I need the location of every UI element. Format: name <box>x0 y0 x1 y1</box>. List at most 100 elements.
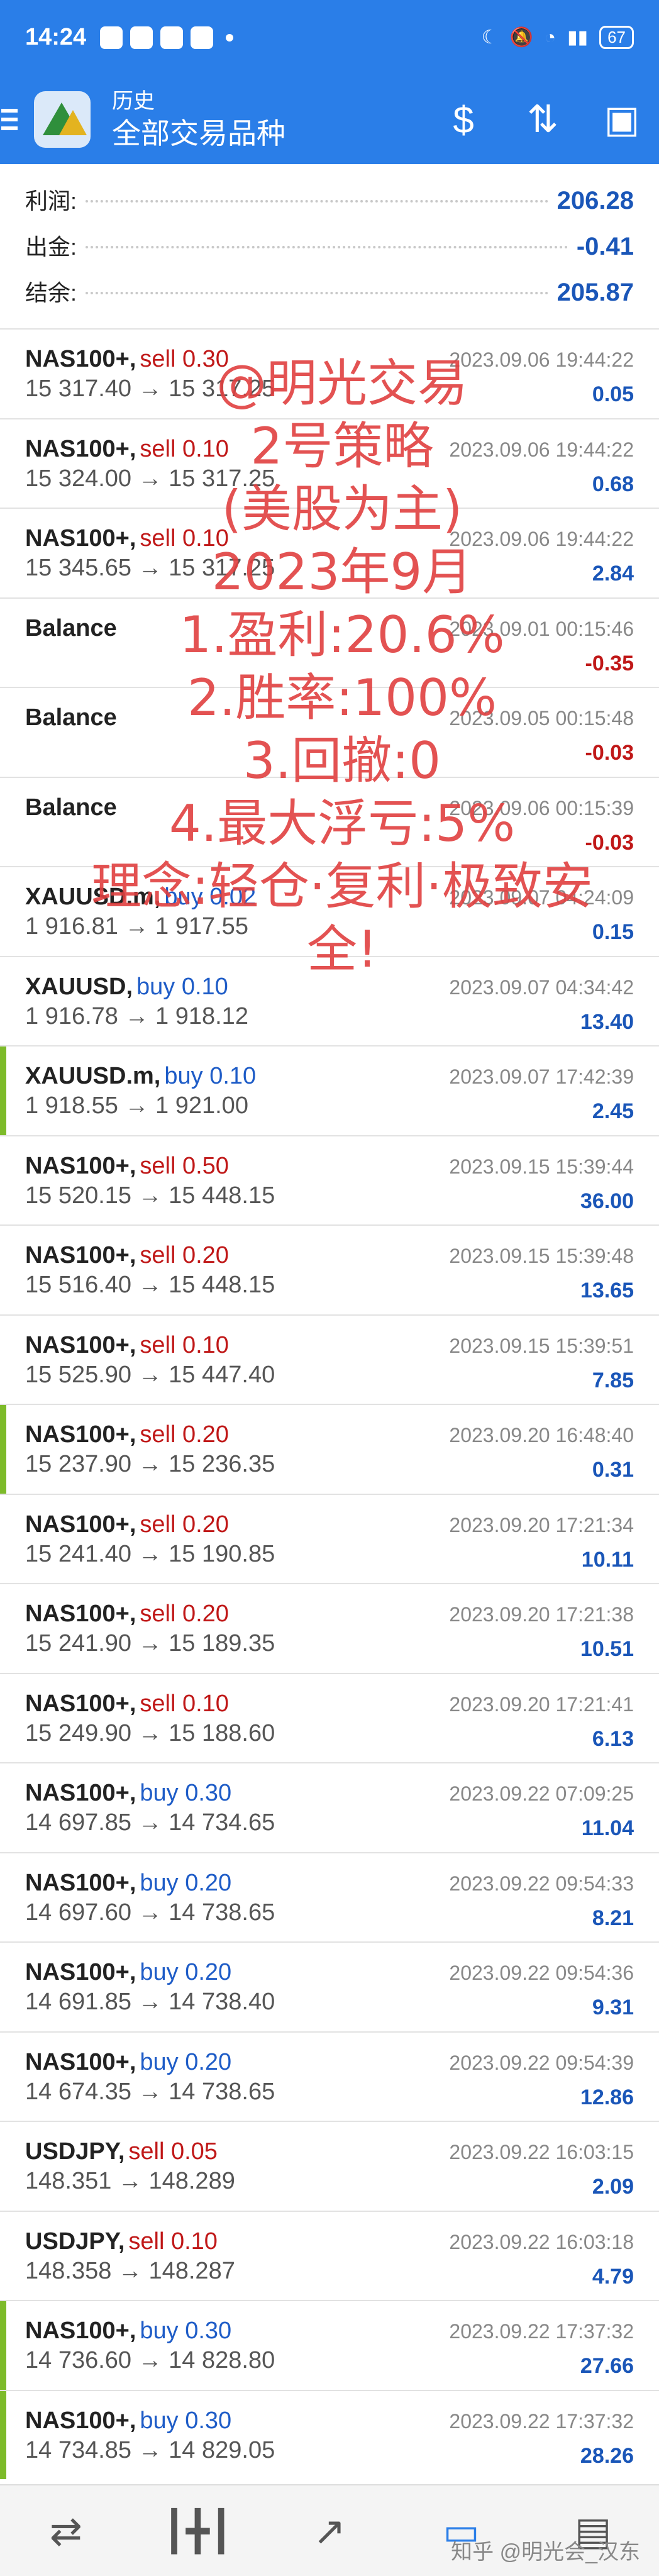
trade-row[interactable]: USDJPY, sell 0.10 148.358 → 148.287 2023.09… <box>0 2210 659 2301</box>
trade-row[interactable]: NAS100+, sell 0.10 15 345.65 → 15 317.25 20… <box>0 508 659 597</box>
notification-icon <box>191 26 214 49</box>
withdraw-label: 出金: <box>25 234 77 260</box>
trade-side: sell 0.20 <box>140 1601 229 1627</box>
trade-symbol: NAS100+, <box>25 346 136 372</box>
trade-row[interactable]: NAS100+, buy 0.30 14 697.85 → 14 734.65 202… <box>0 1762 659 1852</box>
trade-profit: 4.79 <box>592 2264 634 2289</box>
trade-row[interactable]: NAS100+, sell 0.50 15 520.15 → 15 448.15 20… <box>0 1135 659 1225</box>
sort-icon[interactable]: ⇅ <box>521 97 565 142</box>
wifi-icon: ◔ <box>544 26 557 48</box>
trade-time: 2023.09.22 16:03:15 <box>449 2141 634 2163</box>
chart-candles-icon[interactable]: ┃╋┃ <box>162 2504 233 2557</box>
trade-row[interactable]: Balance 2023.09.05 00:15:48 -0.03 <box>0 687 659 777</box>
trade-symbol: NAS100+, <box>25 1869 136 1896</box>
trade-profit: 0.05 <box>592 382 634 406</box>
trade-time: 2023.09.07 04:34:42 <box>449 975 634 999</box>
trade-time: 2023.09.22 16:03:18 <box>449 2230 634 2253</box>
trade-profit: 12.86 <box>580 2085 634 2109</box>
trade-row[interactable]: XAUUSD.m, buy 0.10 1 918.55 → 1 921.00 2023… <box>0 1045 659 1135</box>
trade-symbol: Balance <box>25 614 117 641</box>
trade-side: buy 0.30 <box>140 2407 232 2434</box>
page-title[interactable]: 全部交易品种 <box>112 115 285 152</box>
trade-profit: 6.13 <box>592 1726 634 1751</box>
trade-prices: 15 241.40 → 15 190.85 <box>25 1540 275 1567</box>
trade-row[interactable]: NAS100+, sell 0.20 15 241.40 → 15 190.85 20… <box>0 1493 659 1584</box>
trade-symbol: NAS100+, <box>25 1690 136 1717</box>
trade-prices: 15 317.40 → 15 317.25 <box>25 375 275 402</box>
trade-side: buy 0.10 <box>136 973 228 1000</box>
trade-row[interactable]: NAS100+, sell 0.10 15 525.90 → 15 447.40 20… <box>0 1314 659 1404</box>
trade-side: buy 0.20 <box>140 1869 232 1896</box>
trade-time: 2023.09.01 00:15:46 <box>449 617 634 640</box>
notification-icon <box>130 26 153 49</box>
trade-time: 2023.09.22 07:09:25 <box>449 1782 634 1805</box>
trade-side: buy 0.30 <box>140 1780 232 1806</box>
trade-row[interactable]: NAS100+, sell 0.20 15 241.90 → 15 189.35 20… <box>0 1583 659 1673</box>
trade-prices: 15 520.15 → 15 448.15 <box>25 1182 275 1209</box>
trade-side: sell 0.10 <box>128 2228 218 2255</box>
summary-withdraw-row: 出金: -0.41 <box>25 229 634 275</box>
status-bar: 14:24 ☾ 🔕 ◔ ▮▮ 67 <box>0 0 659 75</box>
trade-time: 2023.09.06 00:15:39 <box>449 796 634 819</box>
trade-profit: 13.40 <box>580 1009 634 1034</box>
trade-symbol: Balance <box>25 794 117 821</box>
trade-row[interactable]: Balance 2023.09.06 00:15:39 -0.03 <box>0 776 659 867</box>
trade-row[interactable]: NAS100+, buy 0.30 14 734.85 → 14 829.05 202… <box>0 2389 659 2480</box>
trade-side: sell 0.10 <box>140 1331 229 1358</box>
trade-list: NAS100+, sell 0.30 15 317.40 → 15 317.25 20… <box>0 328 659 2479</box>
trade-prices: 14 736.60 → 14 828.80 <box>25 2347 275 2373</box>
trade-side: buy 0.20 <box>140 2048 232 2075</box>
trade-symbol: USDJPY, <box>25 2228 125 2255</box>
dotted-leader <box>86 292 548 294</box>
trade-profit: 8.21 <box>592 1906 634 1930</box>
trade-row[interactable]: NAS100+, buy 0.20 14 691.85 → 14 738.40 202… <box>0 1941 659 2031</box>
trade-row[interactable]: USDJPY, sell 0.05 148.351 → 148.289 2023.09… <box>0 2121 659 2211</box>
trade-time: 2023.09.22 17:37:32 <box>449 2409 634 2433</box>
quotes-icon[interactable]: ⇄ <box>40 2504 92 2557</box>
trade-profit: -0.03 <box>585 830 634 855</box>
trade-row[interactable]: NAS100+, buy 0.20 14 674.35 → 14 738.65 202… <box>0 2031 659 2121</box>
trade-prices: 148.358 → 148.287 <box>25 2257 235 2284</box>
trade-row[interactable]: NAS100+, sell 0.10 15 324.00 → 15 317.25 20… <box>0 418 659 508</box>
trade-prices: 15 516.40 → 15 448.15 <box>25 1272 275 1298</box>
trade-profit: 11.04 <box>581 1816 634 1840</box>
trade-row[interactable]: NAS100+, sell 0.30 15 317.40 → 15 317.25 20… <box>0 328 659 418</box>
status-time: 14:24 <box>25 24 87 50</box>
trade-row[interactable]: NAS100+, sell 0.20 15 516.40 → 15 448.15 20… <box>0 1224 659 1314</box>
trade-time: 2023.09.22 09:54:39 <box>449 2051 634 2074</box>
trade-profit: 13.65 <box>580 1279 634 1302</box>
trade-profit: 0.15 <box>592 920 634 944</box>
trade-prices: 15 324.00 → 15 317.25 <box>25 465 275 492</box>
trade-row[interactable]: XAUUSD, buy 0.10 1 916.78 → 1 918.12 2023.0… <box>0 955 659 1046</box>
trade-profit: 2.09 <box>592 2175 634 2199</box>
dotted-leader <box>86 246 568 248</box>
trade-symbol: NAS100+, <box>25 2318 136 2344</box>
trade-row[interactable]: Balance 2023.09.01 00:15:46 -0.35 <box>0 597 659 687</box>
page-subtitle: 历史 <box>112 89 155 113</box>
trade-row[interactable]: XAUUSD.m, buy 0.02 1 916.81 → 1 917.55 2023… <box>0 866 659 956</box>
trade-time: 2023.09.06 19:44:22 <box>449 528 634 550</box>
balance-value: 205.87 <box>557 279 634 306</box>
trade-side: sell 0.10 <box>140 1690 229 1717</box>
trade-profit: 0.68 <box>592 472 634 496</box>
menu-icon[interactable] <box>0 109 25 130</box>
trade-row[interactable]: NAS100+, buy 0.20 14 697.60 → 14 738.65 202… <box>0 1852 659 1942</box>
report-icon[interactable]: ▣ <box>600 97 644 142</box>
trade-row[interactable]: NAS100+, sell 0.10 15 249.90 → 15 188.60 20… <box>0 1672 659 1763</box>
dollar-sign-icon[interactable]: $ <box>441 98 485 142</box>
trade-time: 2023.09.20 17:21:38 <box>449 1603 634 1626</box>
system-icons: ☾ 🔕 ◔ ▮▮ 67 <box>482 26 634 49</box>
dotted-leader <box>86 200 548 203</box>
trade-prices: 14 697.85 → 14 734.65 <box>25 1809 275 1836</box>
trade-side: sell 0.20 <box>140 1421 229 1448</box>
summary: 利润: 206.28 出金: -0.41 结余: 205.87 <box>0 164 659 327</box>
trade-profit: 10.11 <box>581 1547 634 1572</box>
trade-prices: 1 916.81 → 1 917.55 <box>25 913 248 940</box>
trade-profit: -0.03 <box>585 741 634 765</box>
trade-row[interactable]: NAS100+, buy 0.30 14 736.60 → 14 828.80 202… <box>0 2300 659 2390</box>
trade-profit: 9.31 <box>592 1996 634 2019</box>
trade-row[interactable]: NAS100+, sell 0.20 15 237.90 → 15 236.35 20… <box>0 1404 659 1494</box>
trade-icon[interactable]: ↗ <box>303 2504 356 2557</box>
trade-prices: 148.351 → 148.289 <box>25 2168 235 2194</box>
trade-symbol: NAS100+, <box>25 1780 136 1806</box>
